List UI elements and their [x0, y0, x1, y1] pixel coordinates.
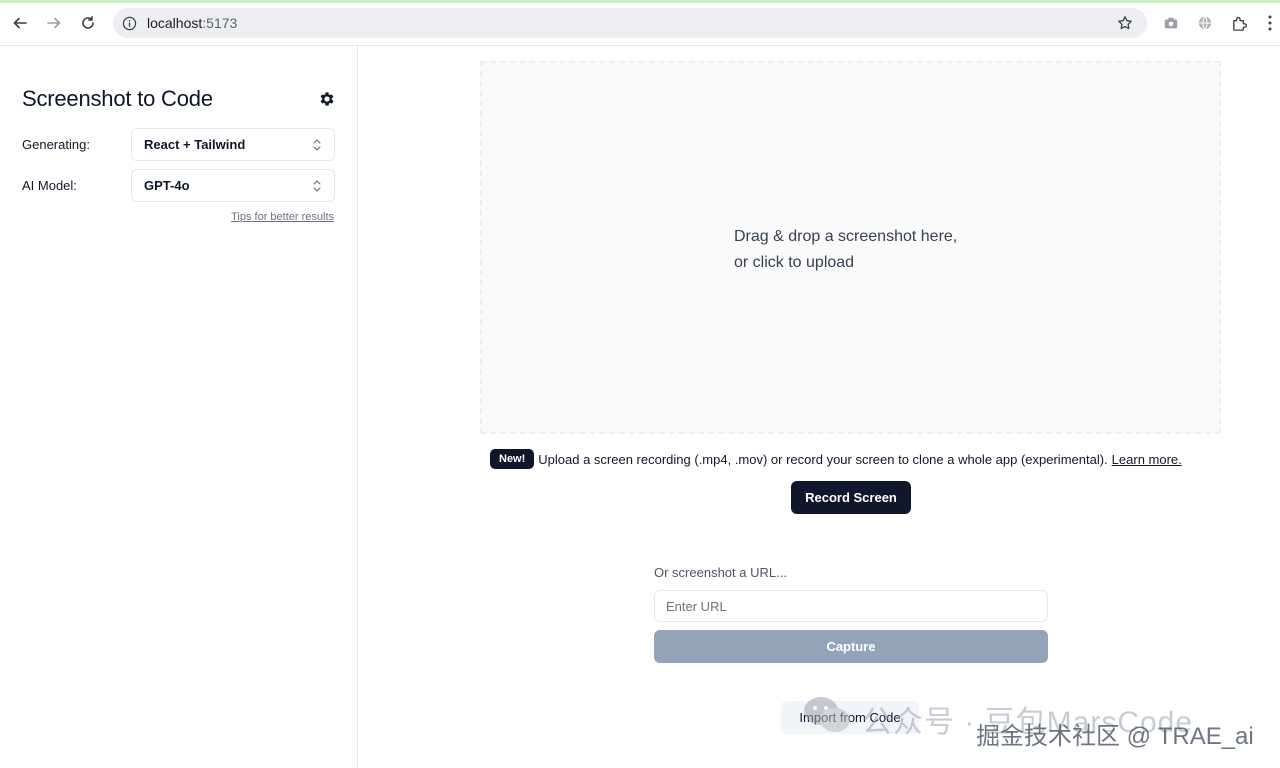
generating-label: Generating:	[22, 137, 90, 152]
chevron-up-down-icon	[313, 180, 321, 192]
settings-gear-icon[interactable]	[318, 90, 336, 108]
sidebar: Screenshot to Code Generating: React + T…	[0, 46, 358, 768]
loading-bar	[0, 0, 1280, 3]
ai-model-select[interactable]: GPT-4o	[131, 169, 335, 202]
video-notice: New! Upload a screen recording (.mp4, .m…	[490, 449, 1182, 469]
forward-button[interactable]	[43, 12, 65, 34]
address-bar[interactable]: localhost:5173	[113, 8, 1147, 38]
browser-toolbar: localhost:5173	[0, 0, 1280, 46]
app-title: Screenshot to Code	[22, 86, 213, 111]
record-screen-button[interactable]: Record Screen	[791, 481, 911, 514]
reload-icon	[82, 16, 94, 29]
url-section-label: Or screenshot a URL...	[654, 565, 787, 580]
ai-model-select-value: GPT-4o	[144, 178, 190, 193]
learn-more-link[interactable]: Learn more.	[1112, 452, 1182, 467]
ai-model-label: AI Model:	[22, 178, 77, 193]
generating-select[interactable]: React + Tailwind	[131, 128, 335, 161]
browser-menu-icon[interactable]	[1266, 14, 1274, 32]
dropzone-line-2: or click to upload	[734, 254, 855, 271]
new-badge: New!	[490, 449, 535, 469]
url-input[interactable]	[654, 590, 1048, 622]
back-button[interactable]	[9, 12, 31, 34]
extensions-puzzle-icon[interactable]	[1230, 14, 1248, 32]
wechat-logo-icon	[804, 697, 850, 732]
chevron-up-down-icon	[313, 139, 321, 151]
globe-extension-icon[interactable]	[1196, 14, 1214, 32]
dropzone-text: Drag & drop a screenshot here, or click …	[734, 224, 1014, 276]
reload-button[interactable]	[77, 12, 99, 34]
bookmark-star-icon[interactable]	[1117, 15, 1133, 31]
watermark-line-2: 掘金技术社区 @ TRAE_ai	[976, 723, 1254, 750]
dropzone-line-1: Drag & drop a screenshot here,	[734, 228, 958, 245]
site-info-icon[interactable]	[121, 15, 137, 31]
capture-button[interactable]: Capture	[654, 630, 1048, 663]
tips-link[interactable]: Tips for better results	[231, 211, 334, 223]
camera-extension-icon[interactable]	[1162, 14, 1180, 32]
screenshot-dropzone[interactable]: Drag & drop a screenshot here, or click …	[480, 61, 1221, 434]
notice-text: Upload a screen recording (.mp4, .mov) o…	[538, 451, 1108, 467]
url-text: localhost:5173	[147, 15, 238, 31]
generating-select-value: React + Tailwind	[144, 137, 246, 152]
arrow-right-icon	[47, 17, 61, 29]
arrow-left-icon	[13, 17, 27, 29]
